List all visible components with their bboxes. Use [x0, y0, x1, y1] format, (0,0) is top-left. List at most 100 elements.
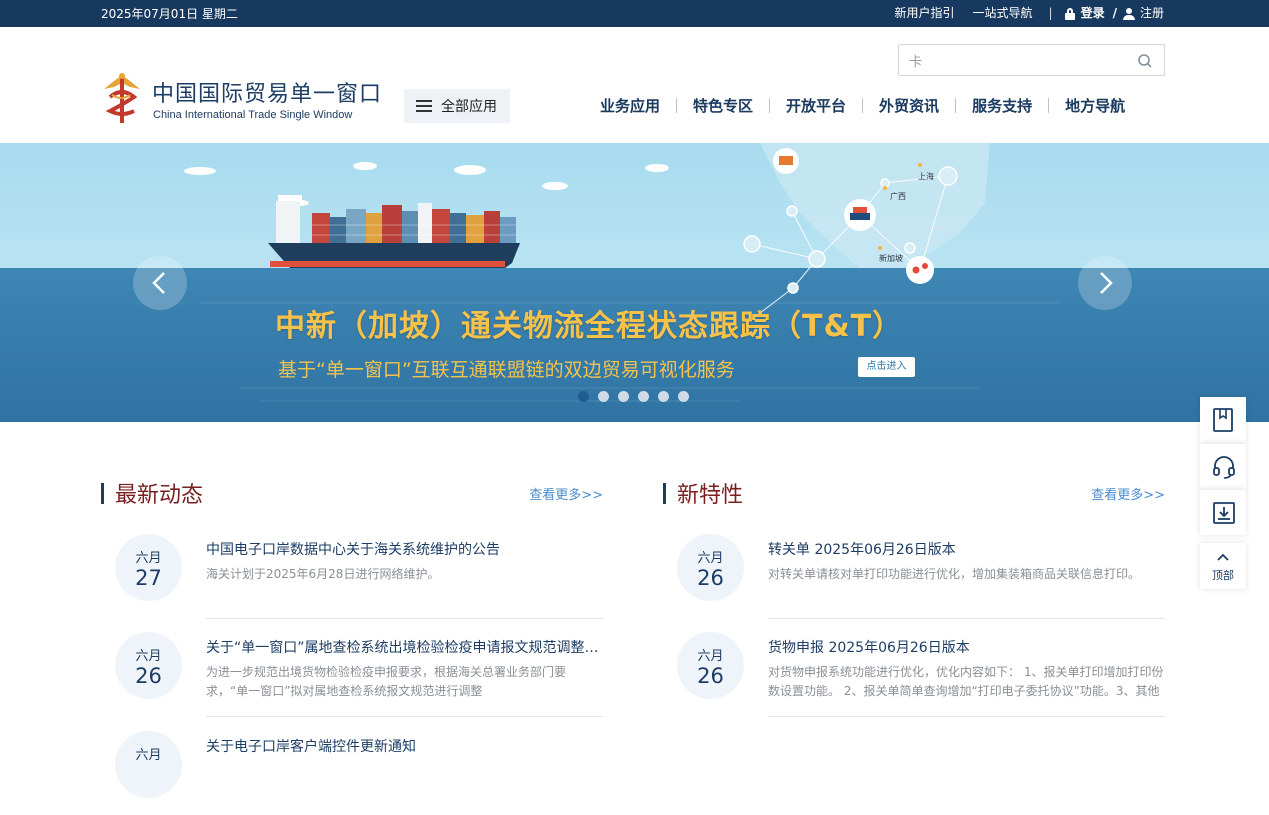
- slash-separator: /: [1113, 6, 1117, 20]
- date-month: 六月: [677, 547, 744, 566]
- section-accent-bar: [101, 483, 104, 504]
- banner-subtitle: 基于“单一窗口”互联互通联盟链的双边贸易可视化服务: [278, 355, 735, 382]
- nav-trade-news[interactable]: 外贸资讯: [879, 95, 939, 116]
- section-header: 新特性 查看更多>>: [663, 475, 1165, 507]
- chevron-left-icon: [150, 271, 170, 295]
- list-item[interactable]: 六月 26 货物申报 2025年06月26日版本 对货物申报系统功能进行优化，优…: [663, 630, 1165, 716]
- main-nav: 业务应用 特色专区 开放平台 外贸资讯 服务支持 地方导航: [600, 95, 1125, 116]
- download-icon: [1212, 501, 1236, 525]
- customer-service-button[interactable]: [1200, 443, 1246, 489]
- date-month: 六月: [677, 645, 744, 664]
- news-title[interactable]: 中国电子口岸数据中心关于海关系统维护的公告: [206, 539, 602, 559]
- logo-chinese-name: 中国国际贸易单一窗口: [152, 76, 382, 108]
- top-bar: 2025年07月01日 星期二 新用户指引 一站式导航 | 登录 / 注册: [0, 0, 1269, 27]
- back-to-top-label: 顶部: [1200, 567, 1246, 583]
- feature-summary: 对转关单请核对单打印功能进行优化，增加集装箱商品关联信息打印。: [768, 565, 1164, 584]
- hero-banner[interactable]: 上海 广西 新加坡 中新（加坡）通关物流全程状态跟踪（T&T） 基于“单一窗口”…: [0, 143, 1269, 422]
- nav-divider: [769, 98, 770, 113]
- divider: [768, 618, 1165, 619]
- banner-enter-button[interactable]: 点击进入: [858, 357, 915, 377]
- feature-title[interactable]: 货物申报 2025年06月26日版本: [768, 637, 1164, 657]
- one-stop-nav-link[interactable]: 一站式导航: [973, 4, 1033, 21]
- download-button[interactable]: [1200, 489, 1246, 535]
- carousel-dot[interactable]: [618, 391, 629, 402]
- map-label-guangxi: 广西: [890, 191, 906, 202]
- date-badge: 六月 26: [677, 534, 744, 601]
- back-to-top-button[interactable]: 顶部: [1200, 543, 1246, 589]
- bookmark-icon: [1212, 408, 1234, 432]
- logo-emblem-icon: [100, 71, 144, 125]
- date-badge: 六月 27: [115, 534, 182, 601]
- floating-toolbar: 顶部: [1200, 397, 1246, 589]
- date-day: 27: [115, 566, 182, 590]
- divider: [206, 716, 603, 717]
- new-user-guide-link[interactable]: 新用户指引: [895, 4, 955, 21]
- date-day: 26: [677, 566, 744, 590]
- nav-divider: [862, 98, 863, 113]
- headset-icon: [1212, 455, 1236, 479]
- view-more-link[interactable]: 查看更多>>: [529, 484, 603, 503]
- list-item[interactable]: 六月 关于电子口岸客户端控件更新通知: [101, 729, 603, 815]
- nav-service-support[interactable]: 服务支持: [972, 95, 1032, 116]
- chevron-up-icon: [1217, 553, 1229, 561]
- map-label-singapore: 新加坡: [879, 253, 903, 264]
- carousel-dot[interactable]: [638, 391, 649, 402]
- news-summary: 海关计划于2025年6月28日进行网络维护。: [206, 565, 602, 584]
- divider: [206, 618, 603, 619]
- top-links: 新用户指引 一站式导航 | 登录 / 注册: [877, 4, 1165, 21]
- date-badge: 六月: [115, 731, 182, 798]
- search-icon[interactable]: [1138, 54, 1152, 68]
- nav-local-navigation[interactable]: 地方导航: [1065, 95, 1125, 116]
- logo-english-name: China International Trade Single Window: [153, 109, 352, 121]
- all-apps-label: 全部应用: [441, 96, 497, 116]
- nav-featured-zone[interactable]: 特色专区: [693, 95, 753, 116]
- search-input[interactable]: [909, 51, 1129, 69]
- list-item[interactable]: 六月 26 转关单 2025年06月26日版本 对转关单请核对单打印功能进行优化…: [663, 532, 1165, 618]
- user-icon: [1123, 8, 1135, 20]
- news-title[interactable]: 关于“单一窗口”属地查检系统出境检验检疫申请报文规范调整的通知: [206, 637, 602, 657]
- bookmark-button[interactable]: [1200, 397, 1246, 443]
- lock-icon: [1065, 8, 1075, 20]
- date-month: 六月: [115, 744, 182, 763]
- current-date: 2025年07月01日 星期二: [101, 5, 238, 22]
- nav-divider: [955, 98, 956, 113]
- carousel-dot[interactable]: [598, 391, 609, 402]
- menu-icon: [416, 100, 432, 112]
- section-header: 最新动态 查看更多>>: [101, 475, 603, 507]
- nav-business-apps[interactable]: 业务应用: [600, 95, 660, 116]
- carousel-dots: [578, 391, 689, 402]
- date-month: 六月: [115, 645, 182, 664]
- site-logo[interactable]: 中国国际贸易单一窗口 China International Trade Sin…: [100, 71, 390, 127]
- view-more-link[interactable]: 查看更多>>: [1091, 484, 1165, 503]
- news-summary: 为进一步规范出境货物检验检疫申报要求，根据海关总署业务部门要求，“单一窗口”拟对…: [206, 663, 602, 701]
- date-day: 26: [677, 664, 744, 688]
- register-link[interactable]: 注册: [1140, 4, 1164, 21]
- nav-open-platform[interactable]: 开放平台: [786, 95, 846, 116]
- section-title: 新特性: [677, 477, 743, 509]
- chevron-right-icon: [1095, 271, 1115, 295]
- divider: [768, 716, 1165, 717]
- login-link[interactable]: 登录: [1081, 4, 1105, 21]
- latest-news-section: 最新动态 查看更多>> 六月 27 中国电子口岸数据中心关于海关系统维护的公告 …: [101, 475, 603, 507]
- feature-summary: 对货物申报系统功能进行优化，优化内容如下： 1、报关单打印增加打印份数设置功能。…: [768, 663, 1164, 701]
- banner-title: 中新（加坡）通关物流全程状态跟踪（T&T）: [275, 301, 903, 345]
- all-apps-button[interactable]: 全部应用: [404, 89, 510, 123]
- section-accent-bar: [663, 483, 666, 504]
- feature-title[interactable]: 转关单 2025年06月26日版本: [768, 539, 1164, 559]
- list-item[interactable]: 六月 26 关于“单一窗口”属地查检系统出境检验检疫申请报文规范调整的通知 为进…: [101, 630, 603, 716]
- banner-prev-button[interactable]: [133, 256, 187, 310]
- banner-next-button[interactable]: [1078, 256, 1132, 310]
- carousel-dot[interactable]: [678, 391, 689, 402]
- date-day: 26: [115, 664, 182, 688]
- carousel-dot[interactable]: [658, 391, 669, 402]
- list-item[interactable]: 六月 27 中国电子口岸数据中心关于海关系统维护的公告 海关计划于2025年6月…: [101, 532, 603, 618]
- carousel-dot[interactable]: [578, 391, 589, 402]
- date-month: 六月: [115, 547, 182, 566]
- new-features-section: 新特性 查看更多>> 六月 26 转关单 2025年06月26日版本 对转关单请…: [663, 475, 1165, 507]
- date-badge: 六月 26: [115, 632, 182, 699]
- news-title[interactable]: 关于电子口岸客户端控件更新通知: [206, 736, 602, 756]
- date-badge: 六月 26: [677, 632, 744, 699]
- header: 中国国际贸易单一窗口 China International Trade Sin…: [0, 27, 1269, 143]
- nav-divider: [676, 98, 677, 113]
- nav-divider: [1048, 98, 1049, 113]
